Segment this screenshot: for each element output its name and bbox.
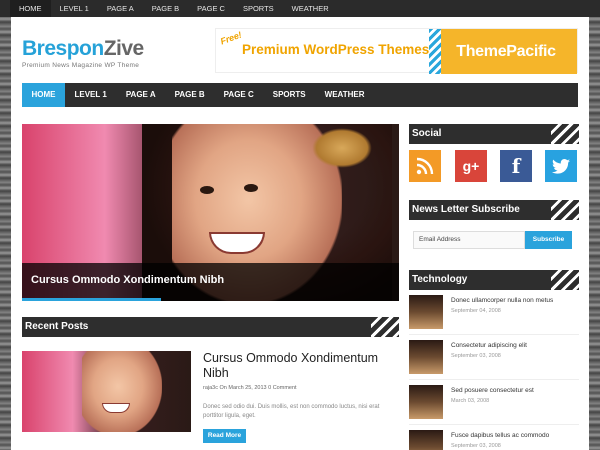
nav-page-c[interactable]: PAGE C <box>214 83 263 107</box>
nav-weather[interactable]: WEATHER <box>315 83 374 107</box>
featured-slider[interactable]: Cursus Ommodo Xondimentum Nibh <box>22 124 399 301</box>
recent-posts-heading-text: Recent Posts <box>25 321 89 332</box>
topnav-page-a[interactable]: PAGE A <box>98 0 143 17</box>
technology-item-date: September 03, 2008 <box>451 353 501 359</box>
technology-thumbnail <box>409 295 443 329</box>
topnav-level-1[interactable]: LEVEL 1 <box>51 0 98 17</box>
heading-stripes <box>551 124 579 144</box>
ad-free-label: Free! <box>218 29 244 47</box>
topnav-page-b[interactable]: PAGE B <box>143 0 188 17</box>
hero-image-bow <box>312 128 372 168</box>
recent-post-thumbnail[interactable] <box>22 351 191 432</box>
nav-sports[interactable]: SPORTS <box>263 83 315 107</box>
social-icons: g+ f <box>409 150 579 182</box>
slider-progress-bar <box>22 298 162 301</box>
divider <box>409 424 579 425</box>
main-navigation: HOME LEVEL 1 PAGE A PAGE B PAGE C SPORTS… <box>22 83 578 107</box>
google-plus-icon[interactable]: g+ <box>455 150 487 182</box>
ad-brand: ThemePacific <box>456 42 556 60</box>
topnav-weather[interactable]: WEATHER <box>283 0 338 17</box>
heading-stripes <box>371 317 399 337</box>
technology-item-date: September 03, 2008 <box>451 443 501 449</box>
recent-post-title[interactable]: Cursus Ommodo Xondimentum Nibh <box>203 351 383 381</box>
technology-thumbnail <box>409 340 443 374</box>
page-container: BresponZive Premium News Magazine WP The… <box>11 17 589 450</box>
technology-heading: Technology <box>409 270 579 290</box>
ad-text: Premium WordPress Themes <box>242 42 430 57</box>
social-heading: Social <box>409 124 579 144</box>
top-navigation: HOME LEVEL 1 PAGE A PAGE B PAGE C SPORTS… <box>0 0 600 17</box>
topnav-page-c[interactable]: PAGE C <box>188 0 234 17</box>
ad-brand-panel: ThemePacific <box>429 29 577 74</box>
technology-item-date: March 03, 2008 <box>451 398 490 404</box>
thumbnail-face <box>82 351 162 432</box>
site-title-part1: Brespon <box>22 37 104 60</box>
newsletter-heading-text: News Letter Subscribe <box>412 204 520 215</box>
hero-image-eye-left <box>200 186 214 194</box>
technology-thumbnail <box>409 430 443 450</box>
topnav-home[interactable]: HOME <box>10 0 51 17</box>
twitter-icon[interactable] <box>545 150 577 182</box>
newsletter-email-input[interactable]: Email Address <box>413 231 525 249</box>
technology-item-title[interactable]: Sed posuere consectetur est <box>451 387 534 394</box>
hero-caption-title[interactable]: Cursus Ommodo Xondimentum Nibh <box>31 274 224 286</box>
read-more-button[interactable]: Read More <box>203 429 246 443</box>
nav-page-b[interactable]: PAGE B <box>165 83 214 107</box>
rss-icon[interactable] <box>409 150 441 182</box>
technology-item-title[interactable]: Consectetur adipiscing elit <box>451 342 527 349</box>
recent-post-excerpt: Donec sed odio dui. Duis mollis, est non… <box>203 404 380 419</box>
divider <box>409 379 579 380</box>
hero-image-eye-right <box>244 184 258 192</box>
divider <box>409 334 579 335</box>
technology-item-date: September 04, 2008 <box>451 308 501 314</box>
technology-list-item[interactable]: Fusce dapibus tellus ac commodo Septembe… <box>409 430 579 450</box>
site-title-part2: Zive <box>103 37 145 60</box>
technology-item-title[interactable]: Donec ullamcorper nulla non metus <box>451 297 553 304</box>
ad-zigzag <box>429 29 441 74</box>
hero-caption-bar: Cursus Ommodo Xondimentum Nibh <box>22 263 399 301</box>
facebook-icon[interactable]: f <box>500 150 532 182</box>
site-title: BresponZive <box>22 37 144 61</box>
technology-item-title[interactable]: Fusce dapibus tellus ac commodo <box>451 432 549 439</box>
technology-heading-text: Technology <box>412 274 468 285</box>
nav-page-a[interactable]: PAGE A <box>116 83 165 107</box>
subscribe-button[interactable]: Subscribe <box>525 231 572 249</box>
site-tagline: Premium News Magazine WP Theme <box>22 62 140 69</box>
newsletter-heading: News Letter Subscribe <box>409 200 579 220</box>
technology-thumbnail <box>409 385 443 419</box>
topnav-sports[interactable]: SPORTS <box>234 0 283 17</box>
site-logo[interactable]: BresponZive Premium News Magazine WP The… <box>22 37 144 69</box>
technology-list-item[interactable]: Donec ullamcorper nulla non metus Septem… <box>409 295 579 329</box>
recent-post-meta: raja3c On March 25, 2013 0 Comment <box>203 385 297 391</box>
ad-banner[interactable]: Free! Premium WordPress Themes ThemePaci… <box>215 28 578 74</box>
nav-level-1[interactable]: LEVEL 1 <box>65 83 116 107</box>
heading-stripes <box>551 270 579 290</box>
technology-list-item[interactable]: Consectetur adipiscing elit September 03… <box>409 340 579 374</box>
social-heading-text: Social <box>412 128 442 139</box>
recent-posts-heading: Recent Posts <box>22 317 399 337</box>
nav-home[interactable]: HOME <box>22 83 65 107</box>
heading-stripes <box>551 200 579 220</box>
technology-list-item[interactable]: Sed posuere consectetur est March 03, 20… <box>409 385 579 419</box>
